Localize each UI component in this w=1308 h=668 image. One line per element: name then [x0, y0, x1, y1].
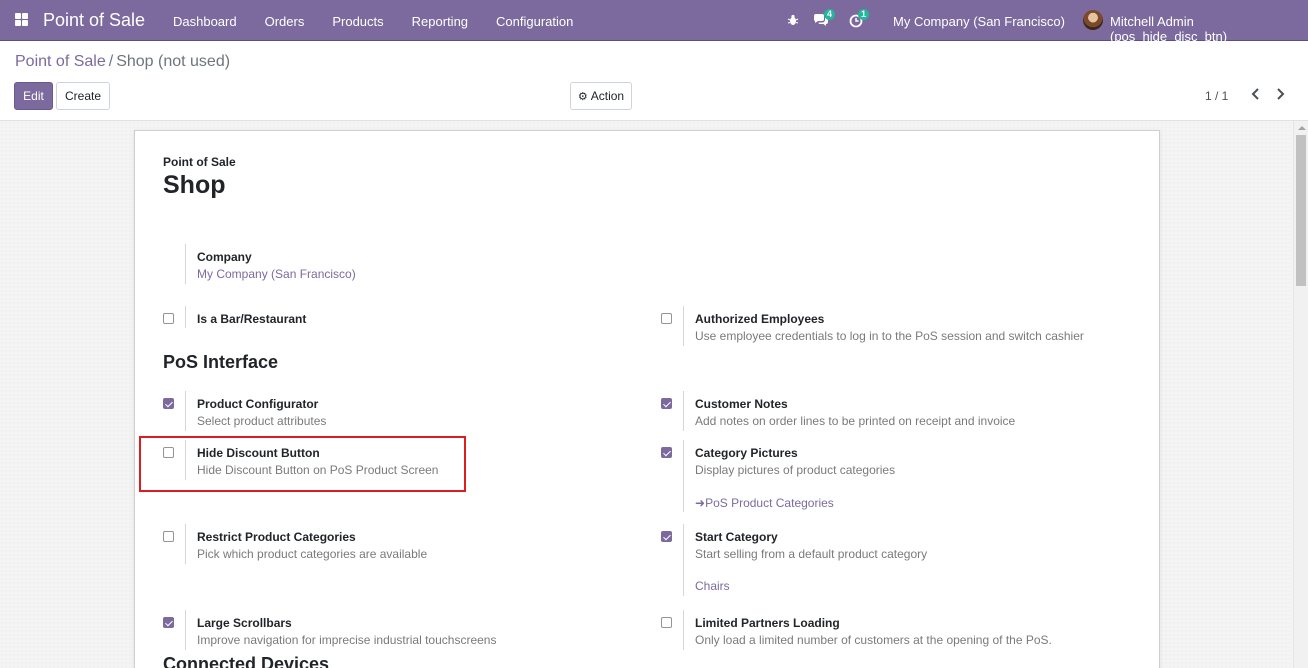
breadcrumb-current: Shop (not used): [116, 53, 231, 70]
product-configurator-label: Product Configurator: [197, 397, 319, 411]
breadcrumb-parent-link[interactable]: Point of Sale: [15, 53, 106, 70]
pager-value[interactable]: 1 / 1: [1205, 89, 1228, 103]
user-menu[interactable]: Mitchell Admin (pos_hide_disc_btn): [1110, 14, 1308, 44]
app-brand[interactable]: Point of Sale: [43, 10, 145, 31]
scrollbar-thumb[interactable]: [1296, 135, 1306, 286]
product-configurator-checkbox[interactable]: [163, 398, 174, 409]
arrow-right-icon: ➜: [695, 496, 706, 510]
bar-restaurant-label: Is a Bar/Restaurant: [197, 312, 307, 326]
gear-icon: ⚙: [577, 90, 588, 103]
authorized-employees-checkbox[interactable]: [661, 313, 672, 324]
menu-orders[interactable]: Orders: [251, 0, 319, 41]
start-category-label: Start Category: [695, 530, 778, 544]
setting-divider: [185, 440, 186, 480]
user-avatar[interactable]: [1083, 10, 1103, 30]
large-scrollbars-checkbox[interactable]: [163, 617, 174, 628]
control-panel: Point of Sale / Shop (not used) Edit Creat…: [0, 41, 1308, 121]
setting-divider: [683, 391, 684, 431]
restrict-categories-help: Pick which product categories are availa…: [197, 547, 428, 561]
debug-bug-icon[interactable]: [786, 0, 800, 41]
apps-menu-icon[interactable]: [15, 13, 28, 26]
company-label: Company: [197, 250, 252, 264]
scroll-up-arrow-icon[interactable]: [1298, 126, 1306, 130]
form-title: Shop: [163, 171, 226, 199]
start-category-checkbox[interactable]: [661, 531, 672, 542]
form-sheet: Point of Sale Shop Company My Company (S…: [134, 130, 1160, 668]
setting-divider: [185, 524, 186, 564]
start-category-help: Start selling from a default product cat…: [695, 547, 928, 561]
company-switcher[interactable]: My Company (San Francisco): [893, 14, 1065, 29]
main-menu: Dashboard Orders Products Reporting Conf…: [159, 0, 587, 41]
menu-products[interactable]: Products: [318, 0, 397, 41]
breadcrumb: Point of Sale / Shop (not used): [15, 53, 230, 71]
large-scrollbars-label: Large Scrollbars: [197, 616, 292, 630]
breadcrumb-separator: /: [108, 53, 114, 70]
section-pos-interface: PoS Interface: [163, 352, 279, 372]
company-link[interactable]: My Company (San Francisco): [197, 267, 356, 281]
customer-notes-checkbox[interactable]: [661, 398, 672, 409]
bar-restaurant-checkbox[interactable]: [163, 313, 174, 324]
hide-discount-checkbox[interactable]: [163, 447, 174, 458]
setting-divider: [185, 306, 186, 328]
customer-notes-help: Add notes on order lines to be printed o…: [695, 414, 1016, 428]
setting-divider: [683, 306, 684, 346]
category-pictures-checkbox[interactable]: [661, 447, 672, 458]
hide-discount-help: Hide Discount Button on PoS Product Scre…: [197, 463, 439, 477]
section-connected-devices: Connected Devices: [163, 654, 330, 668]
category-pictures-help: Display pictures of product categories: [695, 463, 896, 477]
limited-partners-label: Limited Partners Loading: [695, 616, 840, 630]
menu-reporting[interactable]: Reporting: [398, 0, 482, 41]
activities-count-badge: 1: [858, 9, 869, 20]
limited-partners-checkbox[interactable]: [661, 617, 672, 628]
menu-dashboard[interactable]: Dashboard: [159, 0, 251, 41]
product-configurator-help: Select product attributes: [197, 414, 327, 428]
large-scrollbars-help: Improve navigation for imprecise industr…: [197, 633, 497, 647]
restrict-categories-checkbox[interactable]: [163, 531, 174, 542]
pos-product-categories-link[interactable]: ➜PoS Product Categories: [695, 496, 834, 510]
pager-next-icon[interactable]: [1273, 85, 1287, 103]
setting-divider: [683, 440, 684, 512]
top-navbar: Point of Sale Dashboard Orders Products …: [0, 0, 1308, 44]
messages-button[interactable]: 4: [813, 0, 839, 41]
hide-discount-label: Hide Discount Button: [197, 446, 320, 460]
menu-configuration[interactable]: Configuration: [482, 0, 587, 41]
start-category-value-link[interactable]: Chairs: [695, 579, 730, 593]
action-dropdown-button[interactable]: ⚙ Action: [570, 82, 632, 110]
form-view-area: Point of Sale Shop Company My Company (S…: [0, 121, 1293, 668]
edit-button[interactable]: Edit: [14, 82, 53, 110]
action-label: Action: [590, 89, 625, 103]
restrict-categories-label: Restrict Product Categories: [197, 530, 356, 544]
limited-partners-help: Only load a limited number of customers …: [695, 633, 1052, 647]
authorized-employees-help: Use employee credentials to log in to th…: [695, 329, 1084, 343]
form-subtitle: Point of Sale: [163, 155, 236, 169]
pos-product-categories-link-text: PoS Product Categories: [705, 496, 834, 510]
messages-count-badge: 4: [824, 9, 835, 20]
create-button[interactable]: Create: [56, 82, 110, 110]
customer-notes-label: Customer Notes: [695, 397, 788, 411]
authorized-employees-label: Authorized Employees: [695, 312, 825, 326]
setting-divider: [683, 524, 684, 596]
pager-previous-icon[interactable]: [1249, 85, 1263, 103]
category-pictures-label: Category Pictures: [695, 446, 798, 460]
activities-button[interactable]: 1: [849, 0, 873, 41]
setting-divider: [185, 391, 186, 431]
vertical-scrollbar[interactable]: [1293, 121, 1308, 668]
setting-divider: [683, 610, 684, 650]
setting-divider: [185, 610, 186, 650]
setting-divider: [185, 244, 186, 284]
